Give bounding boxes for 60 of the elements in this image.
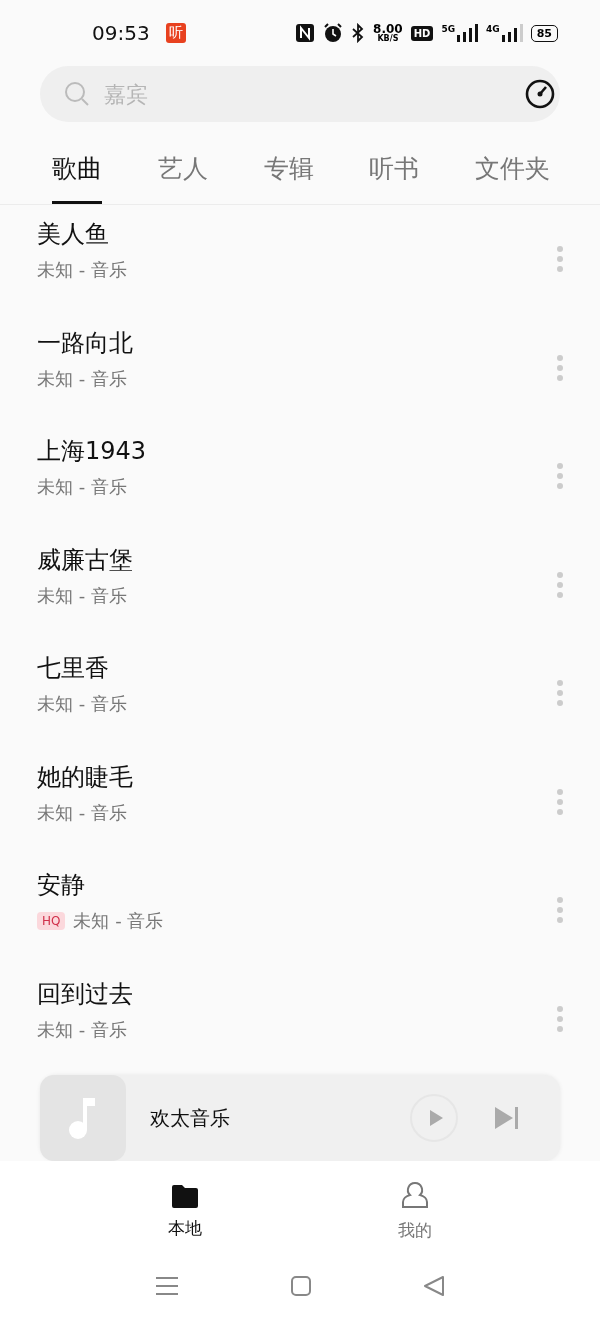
- hd-voice-icon: HD: [410, 25, 434, 41]
- song-artist-album: 未知 - 音乐: [37, 366, 127, 391]
- tab[interactable]: 文件夹: [475, 142, 550, 204]
- signal-icon: [456, 24, 479, 42]
- song-title: 美人鱼: [37, 219, 110, 251]
- tab[interactable]: 专辑: [263, 142, 314, 204]
- song-title: 安静: [37, 870, 86, 902]
- nfc-icon: [295, 23, 316, 43]
- folder-icon: [171, 1182, 199, 1209]
- menu-icon[interactable]: [155, 1275, 180, 1296]
- search-field[interactable]: 嘉宾: [102, 80, 512, 108]
- track-title: 欢太音乐: [150, 1104, 231, 1132]
- song-artist-album: 未知 - 音乐: [37, 583, 127, 608]
- speed-unit: KB/S: [377, 35, 399, 43]
- song-artist-album: 未知 - 音乐: [37, 258, 127, 283]
- more-options-icon[interactable]: [556, 787, 564, 816]
- network-speed: 8.00: [373, 23, 403, 35]
- nav-item[interactable]: 本地: [168, 1182, 202, 1240]
- play-icon: [428, 1109, 444, 1127]
- song-artist-album: 未知 - 音乐: [37, 800, 127, 825]
- song-artist-album: 未知 - 音乐: [37, 692, 127, 717]
- more-options-icon[interactable]: [556, 245, 564, 274]
- signal-icon: [500, 24, 523, 42]
- skip-next-icon[interactable]: [494, 1106, 520, 1130]
- song-title: 七里香: [37, 653, 110, 685]
- clock-time: 09:53: [92, 21, 150, 45]
- search-icon: [64, 81, 90, 107]
- search-bar[interactable]: 嘉宾: [40, 66, 560, 122]
- more-options-icon[interactable]: [556, 462, 564, 491]
- song-artist-album: 未知 - 音乐: [73, 909, 164, 934]
- person-icon: [401, 1180, 429, 1211]
- quality-tag: HQ: [37, 912, 66, 931]
- song-title: 上海1943: [37, 436, 147, 468]
- tab[interactable]: 歌曲: [52, 142, 102, 204]
- music-note-icon: [68, 1096, 98, 1140]
- back-icon[interactable]: [422, 1274, 445, 1297]
- more-options-icon[interactable]: [556, 353, 564, 382]
- nav-item[interactable]: 我的: [398, 1180, 432, 1242]
- song-title: 回到过去: [37, 978, 133, 1010]
- network-type: 5G: [441, 24, 456, 34]
- app-notification-icon: 听: [165, 23, 186, 43]
- play-button[interactable]: [410, 1094, 458, 1142]
- tab[interactable]: 听书: [369, 142, 420, 204]
- more-options-icon[interactable]: [556, 570, 564, 599]
- more-options-icon[interactable]: [556, 679, 564, 708]
- tab[interactable]: 艺人: [157, 142, 208, 204]
- network-type: 4G: [486, 24, 500, 34]
- song-title: 她的睫毛: [37, 761, 133, 793]
- gauge-icon: [524, 78, 556, 110]
- more-options-icon[interactable]: [556, 896, 564, 925]
- song-title: 威廉古堡: [37, 544, 133, 576]
- song-artist-album: 未知 - 音乐: [37, 475, 127, 500]
- alarm-clock-icon: [323, 23, 344, 43]
- bluetooth-icon: [351, 23, 366, 43]
- song-title: 一路向北: [37, 327, 133, 359]
- battery-level: 85: [530, 24, 558, 42]
- more-options-icon[interactable]: [556, 1004, 564, 1033]
- home-icon[interactable]: [290, 1274, 312, 1297]
- song-artist-album: 未知 - 音乐: [37, 1017, 127, 1042]
- mini-player[interactable]: 欢太音乐: [40, 1075, 560, 1161]
